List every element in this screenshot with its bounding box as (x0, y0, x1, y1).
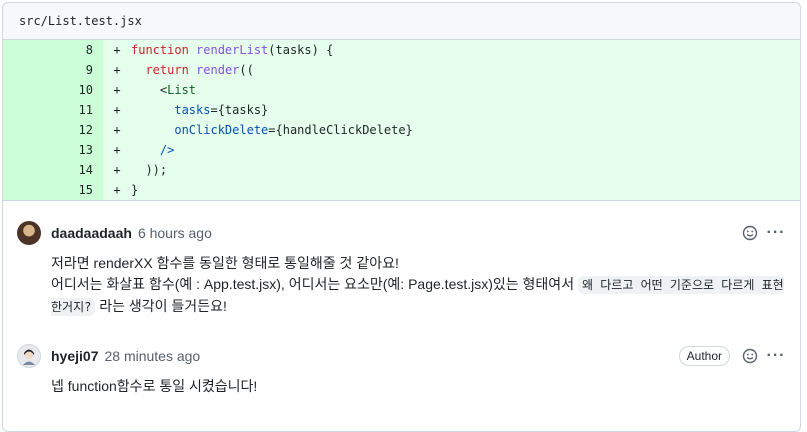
comment-header: hyeji07 28 minutes ago Author ··· (17, 336, 786, 376)
code-line: )); (131, 163, 167, 177)
comment-body: 저라면 renderXX 함수를 동일한 형태로 통일해줄 것 같아요! 어디서… (17, 253, 786, 318)
code-token: function (131, 43, 189, 57)
code-line: /> (131, 143, 174, 157)
code-token: < (131, 83, 168, 97)
code-token: /> (131, 143, 175, 157)
line-number[interactable]: 14 (3, 160, 103, 180)
code-line: } (131, 183, 138, 197)
code-token: List (167, 83, 197, 97)
file-path-header[interactable]: src/List.test.jsx (3, 3, 800, 40)
kebab-horizontal-icon[interactable]: ··· (766, 223, 786, 243)
diff-sign: + (113, 63, 121, 77)
code-token: ={tasks} (210, 103, 269, 117)
comment-text: 라는 생각이 들거든요! (95, 298, 227, 314)
code-line: tasks={tasks} (131, 103, 268, 117)
comment: hyeji07 28 minutes ago Author ··· 넵 func… (3, 318, 800, 397)
code-token: return (145, 63, 189, 77)
code-token: } (131, 183, 139, 197)
code-token: render (196, 63, 240, 77)
comment-timestamp[interactable]: 28 minutes ago (104, 348, 200, 364)
comment-line: 어디서는 화살표 함수(예 : App.test.jsx), 어디서는 요소만(… (51, 274, 786, 318)
code-line: return render(( (131, 63, 254, 77)
review-thread: daadaadaah 6 hours ago ··· 저라면 renderXX … (3, 200, 800, 397)
code-line: <List (131, 83, 196, 97)
line-number[interactable]: 9 (3, 60, 103, 80)
code-token: tasks (174, 103, 211, 117)
diff-line[interactable]: 9 + return render(( (3, 60, 800, 80)
comment-line: 넵 function함수로 통일 시켰습니다! (51, 378, 258, 394)
code-line: function renderList(tasks) { (131, 43, 333, 57)
comment-line: 저라면 renderXX 함수를 동일한 형태로 통일해줄 것 같아요! (51, 255, 399, 271)
comment: daadaadaah 6 hours ago ··· 저라면 renderXX … (3, 201, 800, 318)
diff-line[interactable]: 15 +} (3, 180, 800, 200)
code-token: renderList (196, 43, 269, 57)
comment-actions: Author ··· (678, 346, 786, 366)
line-number[interactable]: 10 (3, 80, 103, 100)
diff-sign: + (113, 103, 121, 117)
comment-text: 어디서는 화살표 함수(예 : App.test.jsx), 어디서는 요소만(… (51, 276, 578, 292)
line-number[interactable]: 15 (3, 180, 103, 200)
code-token: (tasks) { (268, 43, 334, 57)
smiley-icon[interactable] (740, 223, 760, 243)
diff-sign: + (113, 123, 121, 137)
diff-sign: + (113, 183, 121, 197)
author-badge: Author (678, 346, 730, 366)
diff-line[interactable]: 14 + )); (3, 160, 800, 180)
file-path[interactable]: src/List.test.jsx (19, 14, 142, 28)
diff-line[interactable]: 12 + onClickDelete={handleClickDelete} (3, 120, 800, 140)
comment-author[interactable]: daadaadaah (51, 225, 132, 241)
diff-sign: + (113, 43, 121, 57)
diff-hunk: 8 + function renderList(tasks) {9 + return … (3, 40, 800, 200)
diff-line[interactable]: 10 + <List (3, 80, 800, 100)
smiley-icon[interactable] (740, 346, 760, 366)
diff-sign: + (113, 143, 121, 157)
diff-line[interactable]: 13 + /> (3, 140, 800, 160)
diff-line[interactable]: 8 + function renderList(tasks) { (3, 40, 800, 60)
code-token: )); (131, 163, 168, 177)
diff-sign: + (113, 163, 121, 177)
code-token: onClickDelete (174, 123, 269, 137)
comment-actions: ··· (740, 223, 786, 243)
diff-panel: src/List.test.jsx 8 + function renderList(… (2, 2, 801, 432)
line-number[interactable]: 8 (3, 40, 103, 60)
avatar[interactable] (17, 221, 41, 245)
diff-sign: + (113, 83, 121, 97)
line-number[interactable]: 12 (3, 120, 103, 140)
code-line: onClickDelete={handleClickDelete} (131, 123, 413, 137)
line-number[interactable]: 11 (3, 100, 103, 120)
code-token: ={handleClickDelete} (268, 123, 413, 137)
diff-line[interactable]: 11 + tasks={tasks} (3, 100, 800, 120)
kebab-horizontal-icon[interactable]: ··· (766, 346, 786, 366)
code-token: (( (239, 63, 254, 77)
avatar[interactable] (17, 344, 41, 368)
comment-header: daadaadaah 6 hours ago ··· (17, 213, 786, 253)
comment-timestamp[interactable]: 6 hours ago (138, 225, 212, 241)
comment-body: 넵 function함수로 통일 시켰습니다! (17, 376, 786, 397)
comment-author[interactable]: hyeji07 (51, 348, 98, 364)
line-number[interactable]: 13 (3, 140, 103, 160)
